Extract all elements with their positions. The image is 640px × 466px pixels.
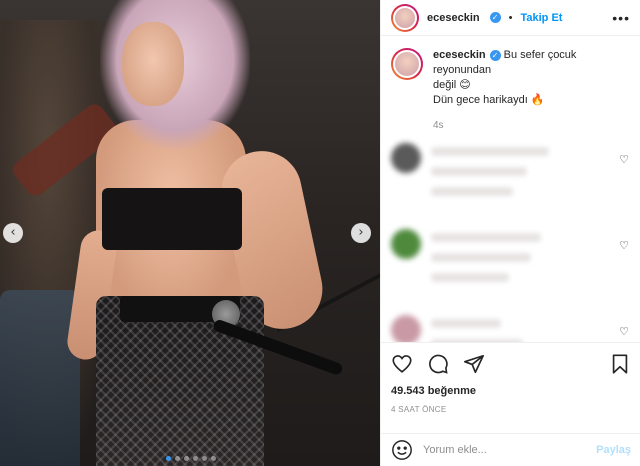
- blurred-comment-text: [431, 143, 631, 217]
- caption: eceseckin ✓ Bu sefer çocuk reyonundan değ…: [391, 48, 631, 108]
- blurred-line: [431, 319, 501, 328]
- blurred-line: [431, 253, 531, 262]
- verified-badge-icon: ✓: [489, 12, 501, 23]
- blurred-comment: ♡: [391, 315, 631, 342]
- blurred-line: [431, 147, 549, 156]
- caption-line-3: Dün gece harikaydı 🔥: [433, 94, 545, 106]
- comment-like-heart-icon[interactable]: ♡: [619, 239, 629, 252]
- post-timestamp[interactable]: 4 SAAT ÖNCE: [391, 405, 631, 414]
- comment-input[interactable]: [423, 444, 587, 456]
- blurred-line: [431, 187, 513, 196]
- caption-verified-icon: ✓: [489, 49, 501, 61]
- avatar[interactable]: [391, 3, 419, 32]
- blurred-line: [431, 167, 527, 176]
- carousel-dot: [202, 456, 207, 461]
- caption-time: 4s: [433, 120, 444, 131]
- blurred-comment: ♡: [391, 143, 631, 217]
- carousel-dot: [184, 456, 189, 461]
- blurred-comment-avatar: [391, 143, 421, 173]
- add-comment-bar: Paylaş: [381, 433, 640, 466]
- carousel-dot: [193, 456, 198, 461]
- post-actions: 49.543 beğenme 4 SAAT ÖNCE: [381, 342, 640, 414]
- more-options-button[interactable]: •••: [612, 10, 630, 26]
- carousel-dot: [166, 456, 171, 461]
- blurred-comment: ♡: [391, 229, 631, 303]
- post-comment-button[interactable]: Paylaş: [596, 444, 631, 456]
- carousel-dots: [166, 456, 216, 461]
- comment-like-heart-icon[interactable]: ♡: [619, 153, 629, 166]
- next-photo-button[interactable]: ›: [351, 223, 371, 243]
- post-sidebar: eceseckin ✓ • Takip Et ••• eceseckin ✓ Bu…: [380, 0, 640, 466]
- header-username[interactable]: eceseckin: [427, 12, 480, 24]
- comment-icon[interactable]: [427, 353, 449, 375]
- blurred-comment-text: [431, 315, 631, 342]
- caption-text: eceseckin ✓ Bu sefer çocuk reyonundan değ…: [433, 48, 631, 108]
- comment-like-heart-icon[interactable]: ♡: [619, 325, 629, 338]
- like-count[interactable]: 49.543 beğenme: [391, 385, 631, 397]
- performer-face: [122, 22, 184, 106]
- follow-button[interactable]: Takip Et: [520, 12, 562, 24]
- blurred-line: [431, 233, 541, 242]
- caption-username[interactable]: eceseckin: [433, 49, 486, 61]
- background-jeans: [0, 290, 80, 466]
- like-heart-icon[interactable]: [391, 353, 413, 375]
- post-photo[interactable]: ‹ ›: [0, 0, 380, 466]
- caption-line-2: değil 😊: [433, 79, 471, 91]
- carousel-dot: [175, 456, 180, 461]
- comments-section[interactable]: eceseckin ✓ Bu sefer çocuk reyonundan değ…: [381, 36, 640, 342]
- blurred-comment-text: [431, 229, 631, 303]
- performer-top: [102, 188, 242, 250]
- share-icon[interactable]: [463, 353, 485, 375]
- action-icons: [391, 351, 631, 377]
- previous-photo-button[interactable]: ‹: [3, 223, 23, 243]
- header-separator: •: [508, 11, 513, 24]
- blurred-comment-avatar: [391, 315, 421, 342]
- emoji-icon[interactable]: [391, 439, 413, 461]
- blurred-line: [431, 273, 509, 282]
- caption-avatar[interactable]: [391, 48, 423, 80]
- blurred-comment-avatar: [391, 229, 421, 259]
- post-header: eceseckin ✓ • Takip Et •••: [381, 0, 640, 36]
- save-bookmark-icon[interactable]: [609, 353, 631, 375]
- carousel-dot: [211, 456, 216, 461]
